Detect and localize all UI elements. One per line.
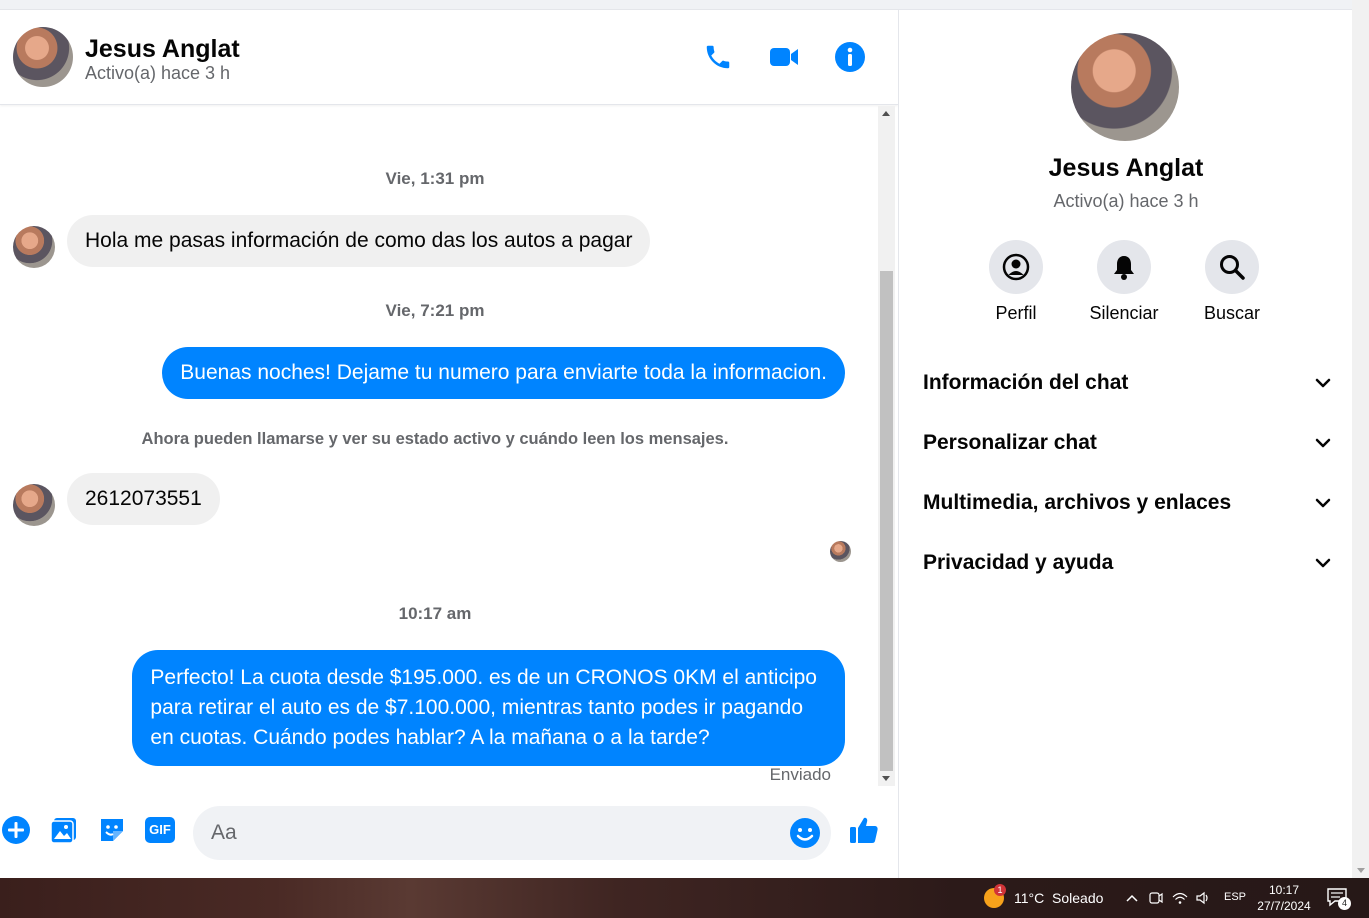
image-icon[interactable]	[48, 814, 80, 846]
composer-bar: GIF	[0, 796, 898, 866]
meet-now-icon[interactable]	[1147, 888, 1165, 908]
section-label: Información del chat	[923, 371, 1129, 394]
action-label: Buscar	[1203, 303, 1261, 323]
incoming-message[interactable]: 2612073551	[67, 473, 220, 525]
message-line: en cuotas. Cuándo podes hablar? A la mañ…	[150, 726, 710, 749]
contact-status: Activo(a) hace 3 h	[85, 63, 231, 83]
contact-avatar-large[interactable]	[1071, 33, 1179, 141]
conversation-info-panel: Jesus Anglat Activo(a) hace 3 h Perfil S…	[898, 10, 1352, 878]
wifi-icon[interactable]	[1171, 888, 1189, 908]
profile-icon	[989, 240, 1043, 294]
scroll-down-arrow-icon[interactable]	[882, 776, 890, 781]
action-label: Perfil	[995, 303, 1037, 323]
section-privacy-help[interactable]: Privacidad y ayuda	[923, 543, 1333, 583]
section-chat-info[interactable]: Información del chat	[923, 363, 1333, 403]
clock-time: 10:17	[1268, 883, 1300, 897]
page-scrollbar[interactable]	[1352, 0, 1369, 878]
section-media-files-links[interactable]: Multimedia, archivos y enlaces	[923, 483, 1333, 523]
notification-count-badge: 4	[1338, 897, 1351, 910]
system-notice: Ahora pueden llamarse y ver su estado ac…	[141, 430, 729, 448]
message-input[interactable]	[211, 806, 771, 860]
chevron-down-icon	[1315, 558, 1331, 568]
message-input-box[interactable]	[193, 806, 831, 860]
gif-label: GIF	[145, 817, 175, 843]
outgoing-message[interactable]: Buenas noches! Dejame tu numero para env…	[162, 347, 845, 399]
profile-action-button[interactable]: Perfil	[961, 240, 1071, 324]
search-icon	[1205, 240, 1259, 294]
message-line: Perfecto! La cuota desde $195.000. es de…	[150, 666, 817, 689]
sticker-icon[interactable]	[96, 814, 128, 846]
weather-text[interactable]: 11°C Soleado	[1014, 890, 1103, 906]
language-indicator[interactable]: ESP	[1224, 891, 1246, 903]
contact-avatar[interactable]	[13, 27, 73, 87]
scroll-down-arrow-icon[interactable]	[1357, 868, 1365, 873]
incoming-message[interactable]: Hola me pasas información de como das lo…	[67, 215, 651, 267]
message-list: Vie, 1:31 pm Hola me pasas información d…	[0, 106, 878, 784]
section-label: Privacidad y ayuda	[923, 551, 1114, 574]
video-camera-icon[interactable]	[767, 40, 801, 74]
windows-taskbar: 1 11°C Soleado ESP 10:17 27/7/2024 4	[0, 878, 1369, 918]
timestamp: 10:17 am	[398, 604, 472, 623]
clock[interactable]: 10:17 27/7/2024	[1252, 882, 1316, 914]
message-scrollbar[interactable]	[878, 106, 895, 786]
timestamp: Vie, 7:21 pm	[385, 301, 485, 320]
timestamp: Vie, 1:31 pm	[385, 169, 485, 188]
like-icon[interactable]	[848, 814, 880, 846]
action-label: Silenciar	[1089, 303, 1159, 323]
scroll-thumb[interactable]	[880, 271, 893, 771]
read-receipt-avatar	[830, 541, 851, 562]
clock-date: 27/7/2024	[1257, 899, 1311, 913]
notification-center-icon[interactable]: 4	[1326, 887, 1351, 910]
chevron-down-icon	[1315, 438, 1331, 448]
bell-icon	[1097, 240, 1151, 294]
sender-avatar[interactable]	[13, 484, 55, 526]
top-strip	[0, 0, 1352, 10]
section-label: Multimedia, archivos y enlaces	[923, 491, 1232, 514]
chat-column: Jesus Anglat Activo(a) hace 3 h Vie, 1:3…	[0, 10, 898, 878]
messenger-app: Jesus Anglat Activo(a) hace 3 h Vie, 1:3…	[0, 0, 1369, 878]
panel-contact-status: Activo(a) hace 3 h	[1053, 191, 1199, 211]
sent-status: Enviado	[769, 765, 831, 784]
section-label: Personalizar chat	[923, 431, 1097, 454]
gif-icon[interactable]: GIF	[144, 814, 176, 846]
info-icon[interactable]	[833, 40, 867, 74]
sender-avatar[interactable]	[13, 226, 55, 268]
chevron-down-icon	[1315, 378, 1331, 388]
volume-icon[interactable]	[1194, 888, 1212, 908]
weather-badge: 1	[994, 884, 1006, 896]
mute-action-button[interactable]: Silenciar	[1069, 240, 1179, 324]
section-customize-chat[interactable]: Personalizar chat	[923, 423, 1333, 463]
chat-header: Jesus Anglat Activo(a) hace 3 h	[0, 10, 898, 105]
chevron-up-icon[interactable]	[1123, 888, 1141, 908]
panel-contact-name: Jesus Anglat	[1048, 154, 1204, 182]
phone-icon[interactable]	[701, 40, 735, 74]
chevron-down-icon	[1315, 498, 1331, 508]
search-action-button[interactable]: Buscar	[1177, 240, 1287, 324]
plus-icon[interactable]	[0, 814, 32, 846]
contact-name[interactable]: Jesus Anglat	[85, 35, 240, 64]
outgoing-message[interactable]: Perfecto! La cuota desde $195.000. es de…	[132, 650, 845, 766]
scroll-up-arrow-icon[interactable]	[882, 111, 890, 116]
message-line: para retirar el auto es de $7.100.000, m…	[150, 696, 804, 719]
emoji-icon[interactable]	[789, 817, 821, 849]
